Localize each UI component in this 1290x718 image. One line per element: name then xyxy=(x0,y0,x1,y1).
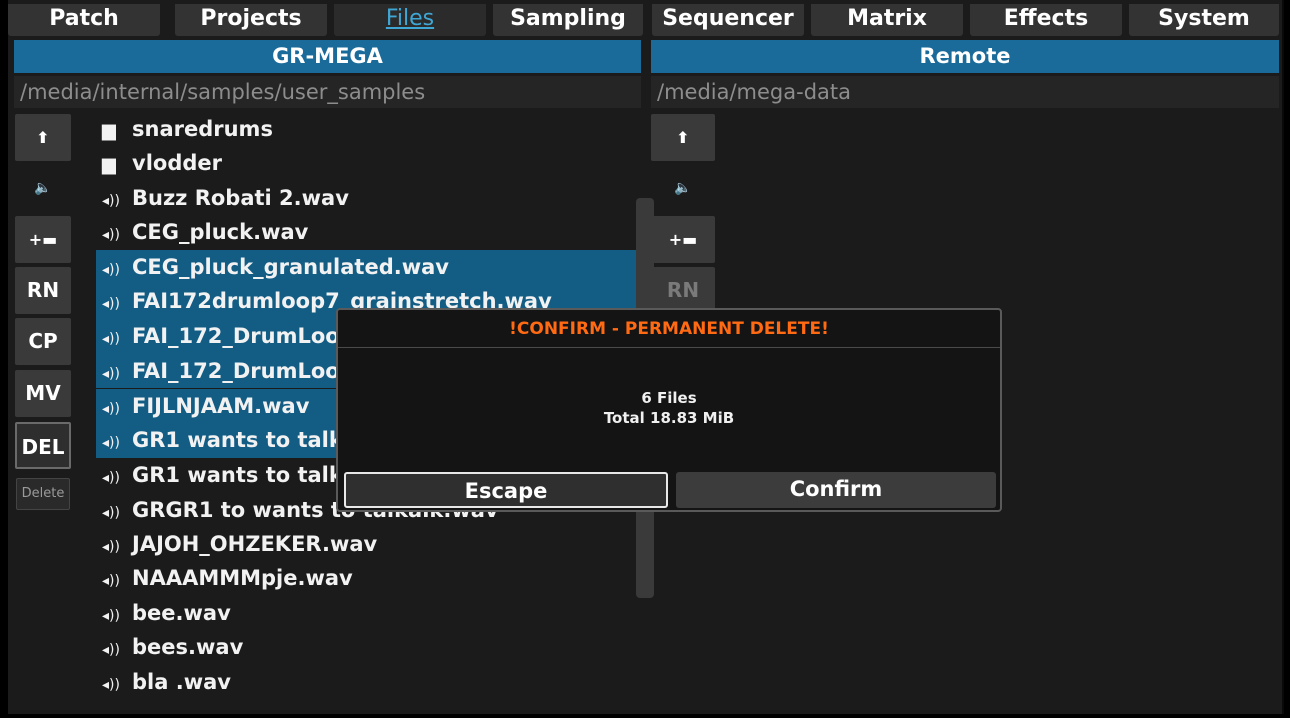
folder-list-item[interactable]: ▆ snaredrums xyxy=(96,112,636,146)
dialog-message: 6 Files Total 18.83 MiB xyxy=(338,388,1000,428)
tab-projects[interactable]: Projects xyxy=(175,4,327,36)
audio-file-icon: ◂)) xyxy=(102,642,120,659)
audio-file-icon: ◂)) xyxy=(102,676,120,693)
file-name: snaredrums xyxy=(132,117,273,141)
add-folder-icon: +▬ xyxy=(668,230,698,249)
file-name: FAI_172_DrumLoop xyxy=(132,358,355,383)
remote-new-folder-button[interactable]: +▬ xyxy=(651,216,715,263)
tab-sampling[interactable]: Sampling xyxy=(493,4,643,36)
file-list-item[interactable]: ◂)) CEG_pluck.wav xyxy=(96,215,636,249)
arrow-up-icon: ⬆ xyxy=(676,128,690,147)
audio-file-icon: ◂)) xyxy=(102,539,120,556)
add-folder-icon: +▬ xyxy=(28,230,58,249)
audio-file-icon: ◂)) xyxy=(102,573,120,590)
right-pane-path: /media/mega-data xyxy=(651,76,1279,108)
file-name: CEG_pluck.wav xyxy=(132,220,309,245)
delete-button[interactable]: DEL xyxy=(15,422,71,469)
file-manager-screen: Patch Projects Files Sampling Sequencer … xyxy=(8,0,1284,714)
left-pane-path: /media/internal/samples/user_samples xyxy=(14,76,641,108)
file-name: JAJOH_OHZEKER.wav xyxy=(132,532,378,557)
escape-button[interactable]: Escape xyxy=(344,472,668,508)
file-list-item[interactable]: ◂)) bee.wav xyxy=(96,596,636,630)
file-list-item[interactable]: ◂)) JAJOH_OHZEKER.wav xyxy=(96,527,636,561)
speaker-icon: 🔈 xyxy=(34,180,52,196)
new-folder-button[interactable]: +▬ xyxy=(15,216,71,263)
speaker-icon: 🔈 xyxy=(674,180,692,196)
tab-system[interactable]: System xyxy=(1129,4,1279,36)
left-pane-title: GR-MEGA xyxy=(14,40,641,73)
audio-file-icon: ◂)) xyxy=(102,365,120,382)
audio-file-icon: ◂)) xyxy=(102,504,120,521)
confirm-button[interactable]: Confirm xyxy=(676,472,996,508)
folder-list-item[interactable]: ▆ vlodder xyxy=(96,146,636,180)
total-size: Total 18.83 MiB xyxy=(603,409,735,427)
file-name: bee.wav xyxy=(132,600,231,625)
audio-file-icon: ◂)) xyxy=(102,607,120,624)
file-list-item[interactable]: ◂)) Buzz Robati 2.wav xyxy=(96,181,636,215)
tab-patch[interactable]: Patch xyxy=(8,4,160,36)
remote-preview-sound-button[interactable]: 🔈 xyxy=(651,165,715,212)
tab-files[interactable]: Files xyxy=(334,4,486,36)
folder-icon: ▆ xyxy=(102,120,116,141)
audio-file-icon: ◂)) xyxy=(102,192,120,209)
rename-button[interactable]: RN xyxy=(15,267,71,314)
dialog-title: !CONFIRM - PERMANENT DELETE! xyxy=(338,310,1000,348)
confirm-delete-dialog: !CONFIRM - PERMANENT DELETE! 6 Files Tot… xyxy=(336,308,1002,512)
audio-file-icon: ◂)) xyxy=(102,296,120,313)
file-list-item[interactable]: ◂)) NAAAMMMpje.wav xyxy=(96,561,636,595)
right-pane-title: Remote xyxy=(651,40,1279,73)
audio-file-icon: ◂)) xyxy=(102,227,120,244)
file-name: FIJLNJAAM.wav xyxy=(132,393,310,418)
move-button[interactable]: MV xyxy=(15,370,71,417)
up-directory-button[interactable]: ⬆ xyxy=(15,114,71,161)
file-name: FAI_172_DrumLoop xyxy=(132,324,355,349)
preview-sound-button[interactable]: 🔈 xyxy=(15,165,71,212)
file-name: bees.wav xyxy=(132,635,244,660)
file-list-item[interactable]: ◂)) bla .wav xyxy=(96,665,636,699)
tab-matrix[interactable]: Matrix xyxy=(811,4,963,36)
audio-file-icon: ◂)) xyxy=(102,261,120,278)
audio-file-icon: ◂)) xyxy=(102,400,120,417)
tab-effects[interactable]: Effects xyxy=(970,4,1122,36)
delete-hint-label: Delete xyxy=(16,478,70,510)
file-name: CEG_pluck_granulated.wav xyxy=(132,254,449,279)
file-list-item[interactable]: ◂)) bees.wav xyxy=(96,630,636,664)
folder-icon: ▆ xyxy=(102,154,116,176)
file-name: GR1 wants to talk xyxy=(132,463,343,488)
audio-file-icon: ◂)) xyxy=(102,470,120,487)
remote-up-directory-button[interactable]: ⬆ xyxy=(651,114,715,161)
file-name: NAAAMMMpje.wav xyxy=(132,566,353,591)
file-list-item[interactable]: ◂)) CEG_pluck_granulated.wav xyxy=(96,249,636,284)
copy-button[interactable]: CP xyxy=(15,318,71,365)
arrow-up-icon: ⬆ xyxy=(36,128,50,147)
file-count: 6 Files xyxy=(641,389,697,407)
file-name: vlodder xyxy=(132,151,222,176)
file-name: GR1 wants to talk xyxy=(132,428,343,453)
tab-sequencer[interactable]: Sequencer xyxy=(652,4,804,36)
file-name: bla .wav xyxy=(132,669,231,694)
remote-rename-button[interactable]: RN xyxy=(651,267,715,314)
audio-file-icon: ◂)) xyxy=(102,435,120,452)
file-name: Buzz Robati 2.wav xyxy=(132,185,349,210)
audio-file-icon: ◂)) xyxy=(102,331,120,348)
